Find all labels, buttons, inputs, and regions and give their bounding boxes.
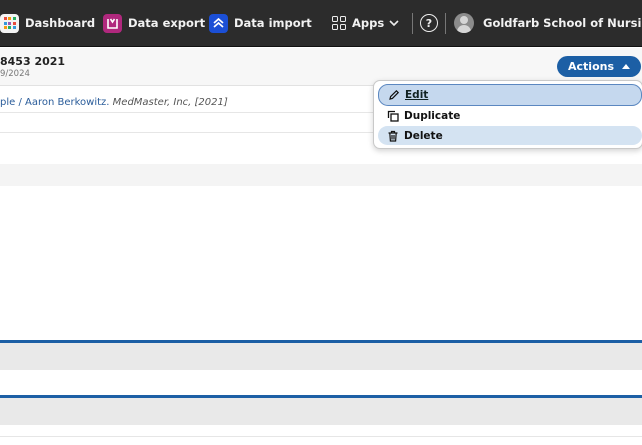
menu-item-duplicate[interactable]: Duplicate [378,106,642,125]
nav-data-import[interactable]: Data import [209,13,312,33]
organization-name: Goldfarb School of Nursing [483,16,642,30]
actions-button[interactable]: Actions [557,56,641,77]
data-import-icon [209,13,228,33]
apps-grid-icon [332,16,346,30]
menu-item-edit[interactable]: Edit [378,84,642,106]
nav-separator [412,13,413,34]
pencil-icon [388,89,400,101]
data-export-icon [103,13,122,33]
duplicate-icon [387,110,399,122]
section-header-band [0,343,642,370]
chevron-down-icon [389,16,399,30]
help-circle-icon[interactable]: ? [420,14,438,32]
nav-user-menu[interactable]: Goldfarb School of Nursing [454,13,642,33]
nav-apps-menu[interactable]: Apps [332,13,399,33]
menu-item-edit-label: Edit [405,89,429,101]
citation: ple / Aaron Berkowitz. MedMaster, Inc, [… [0,97,228,108]
nav-separator [445,13,446,34]
caret-up-icon [622,62,630,71]
record-title: 8453 2021 [0,55,66,68]
record-date: 9/2024 [0,69,30,79]
actions-button-label: Actions [568,60,614,73]
citation-publisher: MedMaster, Inc, [2021] [112,97,228,108]
nav-dashboard[interactable]: Dashboard [0,13,95,33]
section-header-band [0,398,642,425]
nav-data-export[interactable]: Data export [103,13,205,33]
user-avatar-icon [454,13,474,33]
nav-dashboard-label: Dashboard [25,16,96,30]
trash-icon [387,130,399,142]
nav-data-import-label: Data import [234,16,312,30]
section-band [0,164,642,186]
top-navigation-bar: Dashboard Data export Data import Apps ?… [0,0,642,47]
nav-data-export-label: Data export [128,16,206,30]
actions-dropdown-menu: Edit Duplicate Delete [373,80,642,149]
citation-author-link[interactable]: ple / Aaron Berkowitz. [0,97,109,108]
menu-item-duplicate-label: Duplicate [404,109,461,122]
nav-apps-label: Apps [352,16,385,30]
menu-item-delete-label: Delete [404,129,443,142]
dashboard-grid-icon [0,13,19,33]
menu-item-delete[interactable]: Delete [378,126,642,145]
divider [0,436,642,437]
